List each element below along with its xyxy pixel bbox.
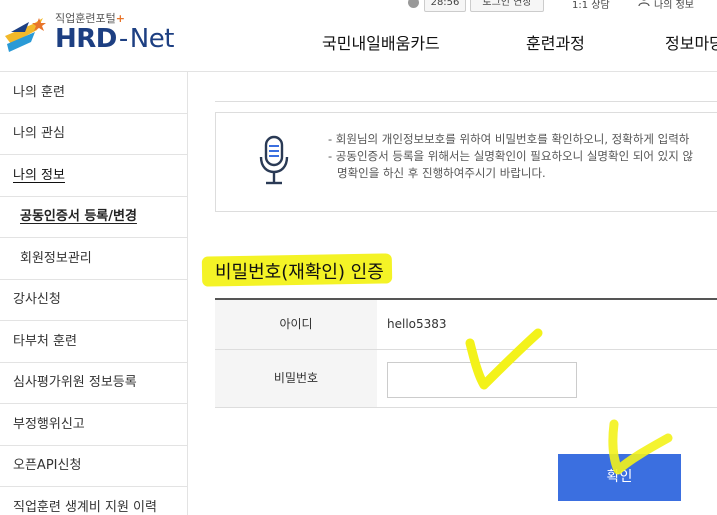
sidebar-item-label: 공동인증서 등록/변경 [20,209,137,224]
hrd-net-logo[interactable]: 직업훈련포털+ HRD-Net [3,8,178,56]
sidebar-item-open-api[interactable]: 오픈API신청 [0,445,188,487]
sidebar-item-my-training[interactable]: 나의 훈련 [0,72,188,114]
sidebar-item-instructor[interactable]: 강사신청 [0,279,188,321]
notice-line-1: - 회원님의 개인정보보호를 위하여 비밀번호를 확인하오니, 정확하게 입력하 [328,132,690,146]
sidebar-item-label: 강사신청 [13,292,61,307]
sidebar-item-my-info[interactable]: 나의 정보 [0,155,188,197]
notice-line-3: 명확인을 하신 후 진행하여주시기 바랍니다. [337,166,546,180]
sidebar-item-other-ministry[interactable]: 타부처 훈련 [0,321,188,363]
logo-hrd: HRD [55,24,117,54]
sidebar-item-label: 나의 관심 [13,126,65,141]
password-input[interactable] [387,362,577,398]
microphone-icon [259,135,289,185]
sidebar-item-fraud-report[interactable]: 부정행위신고 [0,404,188,446]
password-row: 비밀번호 [215,350,717,408]
extend-login-button[interactable]: 로그인 연장 [470,0,544,12]
section-title: 비밀번호(재확인) 인증 [215,262,384,283]
sidebar-item-label: 회원정보관리 [20,251,92,266]
sidebar-item-living-cost[interactable]: 직업훈련 생계비 지원 이력 [0,487,188,515]
confirm-button[interactable]: 확인 [558,454,681,501]
consult-link[interactable]: 1:1 상담 [572,0,610,11]
password-form: 아이디 hello5383 비밀번호 [215,298,717,408]
id-row: 아이디 hello5383 [215,300,717,350]
password-label: 비밀번호 [215,350,377,407]
main-content: - 회원님의 개인정보보호를 위하여 비밀번호를 확인하오니, 정확하게 입력하… [188,72,717,515]
person-icon [638,0,650,6]
page: 직업훈련포털+ HRD-Net 28:56 로그인 연장 1:1 상담 나의 정… [0,0,717,515]
nav-item-info[interactable]: 정보마당 [665,30,717,54]
sidebar-item-label: 타부처 훈련 [13,334,77,349]
sidebar-item-label: 직업훈련 생계비 지원 이력 [13,500,157,515]
password-cell [377,350,717,407]
sidebar-item-evaluator[interactable]: 심사평가위원 정보등록 [0,362,188,404]
notice-line-2: - 공동인증서 등록을 위해서는 실명확인이 필요하오니 실명확인 되어 있지 … [328,149,694,163]
header: 직업훈련포털+ HRD-Net 28:56 로그인 연장 1:1 상담 나의 정… [0,0,717,72]
logo-mark-icon [5,18,46,52]
sidebar-item-label: 부정행위신고 [13,417,85,432]
logo-dash: - [118,24,128,54]
notice-text: - 회원님의 개인정보보호를 위하여 비밀번호를 확인하오니, 정확하게 입력하… [328,131,717,182]
clock-icon [408,0,419,8]
notice-box: - 회원님의 개인정보보호를 위하여 비밀번호를 확인하오니, 정확하게 입력하… [215,112,717,212]
nav-item-card[interactable]: 국민내일배움카드 [322,30,440,54]
nav-item-courses[interactable]: 훈련과정 [526,30,585,54]
id-label: 아이디 [215,300,377,349]
session-timer: 28:56 [424,0,466,12]
my-info-link[interactable]: 나의 정보 [654,0,694,11]
sidebar: 나의 훈련 나의 관심 나의 정보 공동인증서 등록/변경 회원정보관리 강사신… [0,72,188,515]
sidebar-item-my-interest[interactable]: 나의 관심 [0,113,188,155]
id-value: hello5383 [387,317,447,331]
sidebar-item-label: 나의 정보 [13,168,65,183]
sidebar-item-label: 심사평가위원 정보등록 [13,375,137,390]
sidebar-item-label: 오픈API신청 [13,458,82,473]
logo-wordmark: HRD-Net [55,24,174,54]
divider [215,101,717,102]
logo-net: Net [129,24,175,54]
sidebar-item-member-info[interactable]: 회원정보관리 [0,238,188,280]
sidebar-item-label: 나의 훈련 [13,85,65,100]
sidebar-item-certificate[interactable]: 공동인증서 등록/변경 [0,196,188,238]
